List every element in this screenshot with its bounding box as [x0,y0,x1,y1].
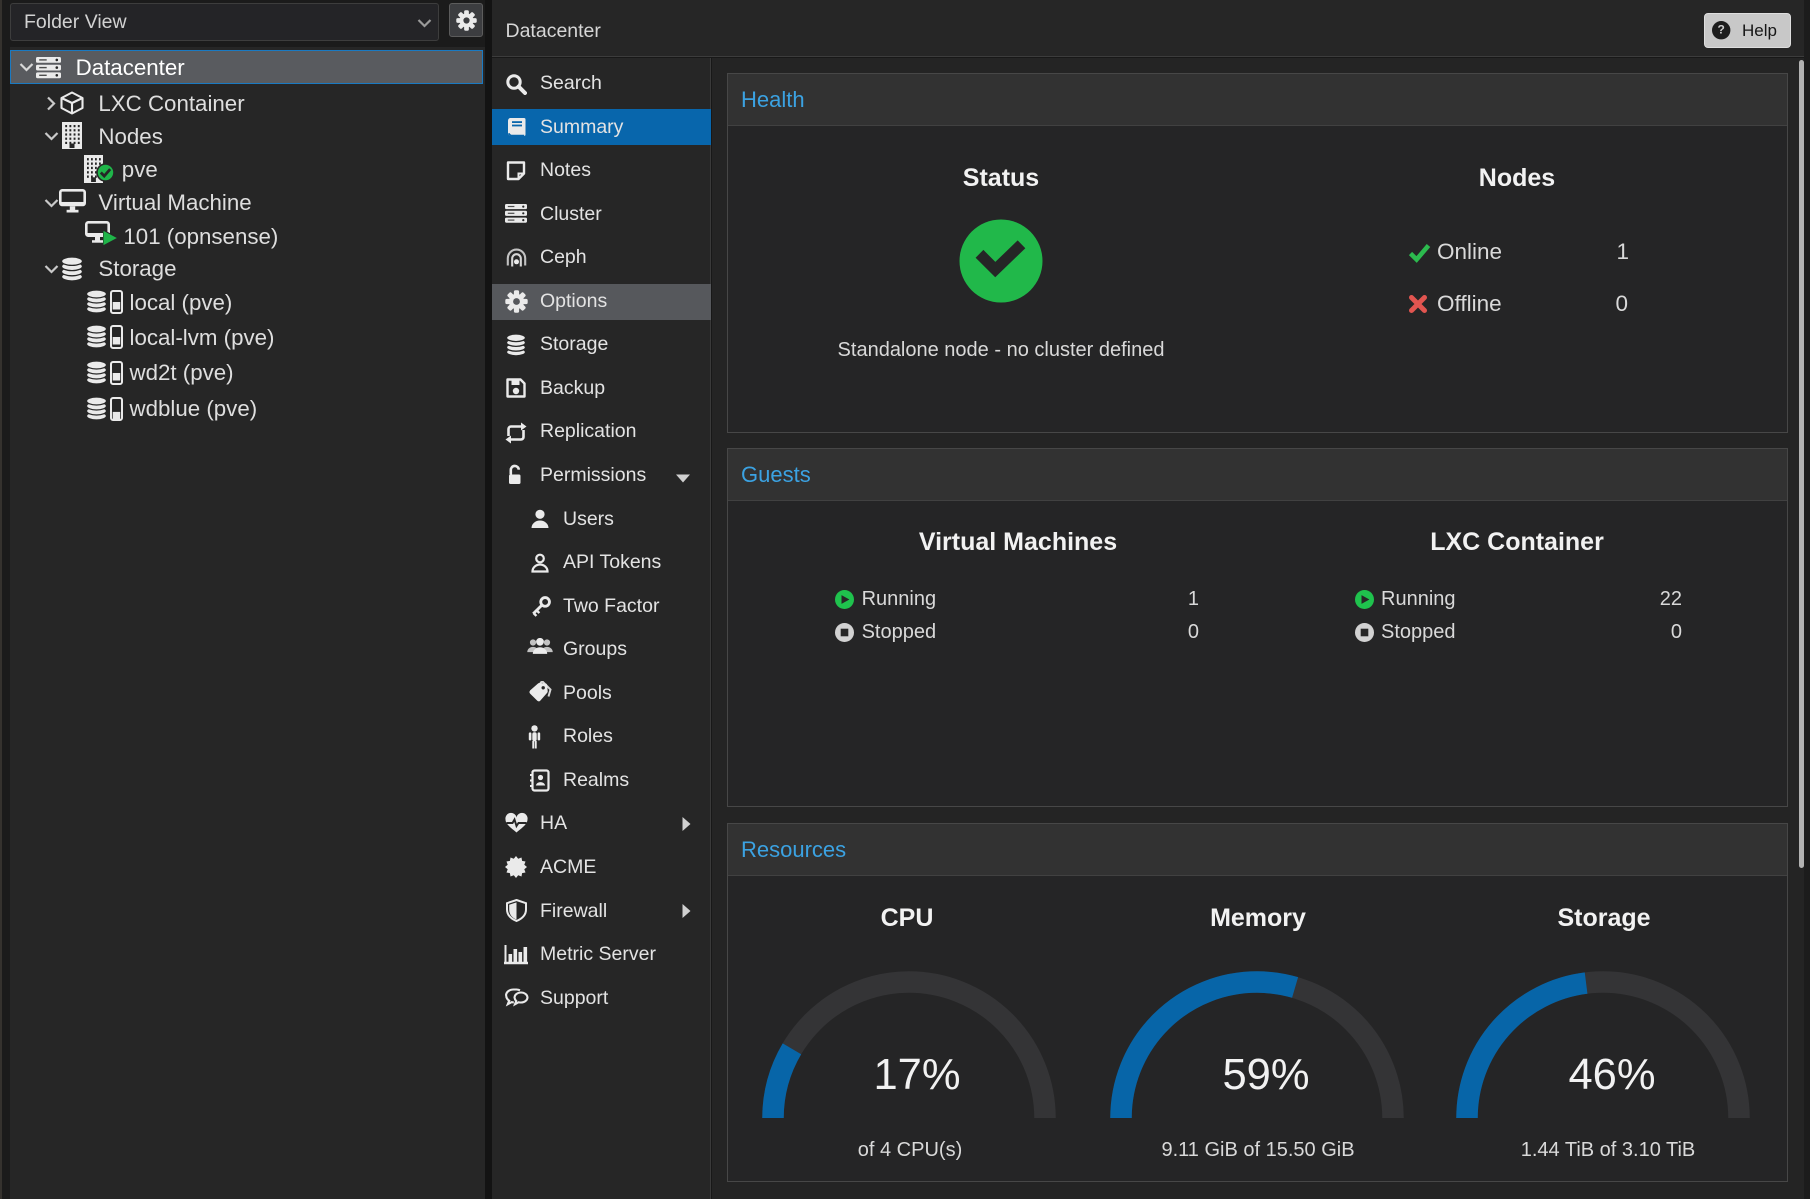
svg-text:?: ? [1717,23,1724,37]
